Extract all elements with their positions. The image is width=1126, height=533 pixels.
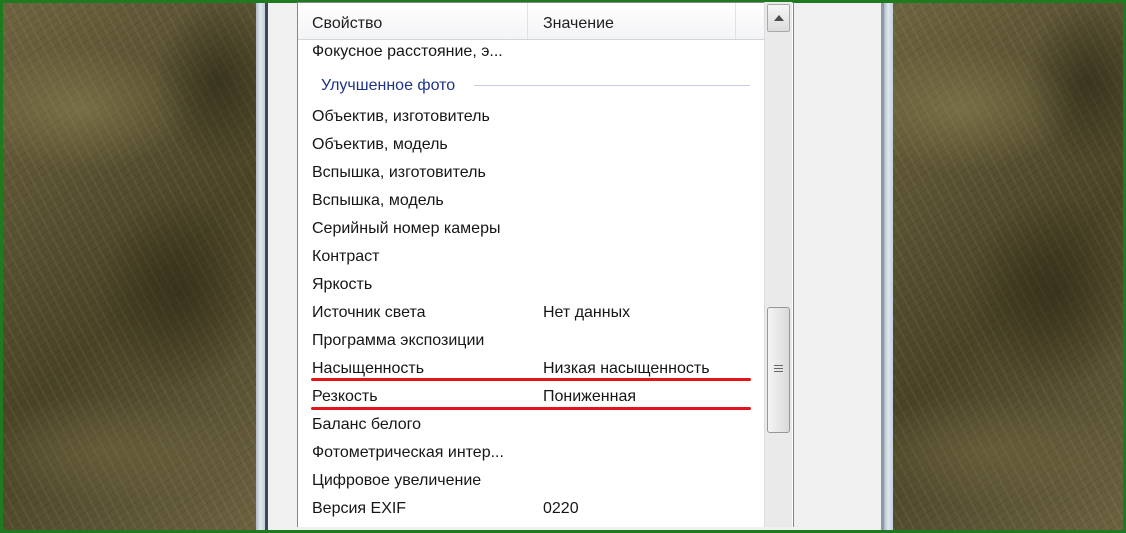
column-header-property[interactable]: Свойство: [298, 3, 528, 39]
property-name: Вспышка, модель: [312, 192, 444, 209]
highlight-underline-saturation: [311, 378, 751, 381]
property-name: Фокусное расстояние, э...: [312, 43, 503, 60]
scroll-grip-icon: [774, 365, 783, 366]
property-name: Источник света: [312, 304, 426, 321]
property-name: Серийный номер камеры: [312, 220, 501, 237]
list-item[interactable]: Фокусное расстояние, э...: [312, 38, 752, 66]
properties-list[interactable]: Свойство Значение Фокусное расстояние, э…: [297, 2, 794, 527]
scroll-up-arrow-icon[interactable]: [767, 4, 790, 32]
property-name: Объектив, модель: [312, 136, 448, 153]
list-item[interactable]: Программа экспозиции: [312, 327, 752, 355]
list-item[interactable]: Объектив, модель: [312, 131, 752, 159]
vertical-scrollbar[interactable]: [764, 2, 792, 527]
coin-texture-right: [893, 3, 1123, 530]
list-item[interactable]: Вспышка, изготовитель: [312, 159, 752, 187]
list-item[interactable]: Контраст: [312, 243, 752, 271]
coin-texture-left: [3, 3, 256, 530]
list-item[interactable]: Версия EXIF 0220: [312, 495, 752, 523]
property-name: Цифровое увеличение: [312, 472, 482, 489]
property-name: Фотометрическая интер...: [312, 444, 504, 461]
list-item[interactable]: Фотометрическая интер...: [312, 439, 752, 467]
list-header: Свойство Значение: [298, 3, 768, 40]
property-value: 0220: [543, 500, 579, 517]
highlight-underline-sharpness: [311, 407, 751, 410]
property-name: Версия EXIF: [312, 500, 407, 517]
window-edge-right: [881, 3, 884, 530]
window-border-right: [884, 3, 893, 530]
window-border-left: [256, 3, 265, 530]
property-name: Контраст: [312, 248, 380, 265]
list-item[interactable]: Серийный номер камеры: [312, 215, 752, 243]
list-item[interactable]: Вспышка, модель: [312, 187, 752, 215]
property-name: Яркость: [312, 276, 373, 293]
property-name: Программа экспозиции: [312, 332, 485, 349]
list-item[interactable]: Яркость: [312, 271, 752, 299]
scroll-thumb[interactable]: [767, 307, 790, 433]
list-item[interactable]: Цифровое увеличение: [312, 467, 752, 495]
list-item[interactable]: Объектив, изготовитель: [312, 103, 752, 131]
property-value: Нет данных: [543, 304, 631, 321]
property-name: Баланс белого: [312, 416, 422, 433]
group-header-enhanced-photo[interactable]: Улучшенное фото: [321, 72, 753, 100]
column-header-value[interactable]: Значение: [528, 3, 736, 39]
property-name: Вспышка, изготовитель: [312, 164, 486, 181]
list-item[interactable]: Баланс белого: [312, 411, 752, 439]
list-item[interactable]: Источник света Нет данных: [312, 299, 752, 327]
group-divider: [474, 85, 750, 86]
property-name: Объектив, изготовитель: [312, 108, 490, 125]
